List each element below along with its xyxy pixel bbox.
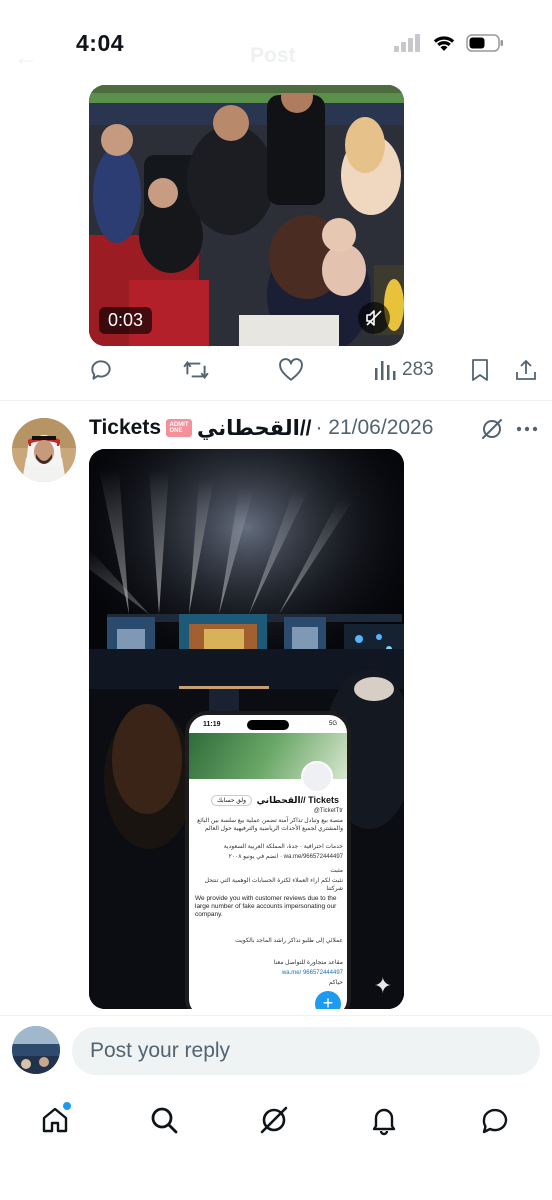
phone-profile-handle: @TicketTtr [313,808,343,814]
post-image[interactable]: 11:19 5G ولق حسابك القحطاني// Tickets @T… [89,449,404,1009]
repost-button[interactable] [182,352,210,388]
cellular-signal-icon [394,34,420,52]
nav-search[interactable] [146,1102,182,1138]
reply-user-avatar[interactable] [12,1026,60,1074]
phone-signal: 5G [328,721,337,727]
phone-reply-text: عملائي إلى طلبو تذاكر راشد الماجد بالكوي… [235,938,343,944]
header-title: Post [250,44,296,67]
bell-icon [372,1108,396,1136]
phone-bio: منصة بيع وتبادل تذاكر آمنة تضمن عملية بي… [197,818,343,832]
share-button[interactable] [514,352,538,388]
nav-notifications[interactable] [366,1102,402,1138]
nav-messages[interactable] [477,1102,513,1138]
views-bar-icon [375,361,396,380]
like-button[interactable] [278,352,304,388]
post-header: Tickets ADMIT ONE القحطاني// · 21/06/2026 [89,413,433,443]
phone-closing: حياكم [328,980,343,986]
ticket-badge-icon: ADMIT ONE [166,419,192,437]
sparkle-icon: ✦ [373,973,392,998]
bottom-navigation [0,1090,552,1150]
phone-meta-location: خدمات احترافية · جدة، المملكة العربية ال… [223,844,343,850]
repost-icon [183,360,209,380]
post-divider [0,400,552,401]
profile-avatar [301,761,333,793]
nav-home[interactable] [37,1102,73,1138]
reply-button[interactable] [88,352,114,388]
phone-pinned-text-en: We provide you with customer reviews due… [195,895,337,918]
back-arrow-icon[interactable]: ← [14,44,38,72]
video-duration: 0:03 [99,307,153,334]
battery-icon [466,34,503,52]
status-time: 4:04 [76,30,125,56]
search-icon [151,1107,178,1134]
speaker-muted-icon [366,310,382,326]
phone-reply-text2: مقاعد متجاورة للتواصل معنا [273,960,343,966]
phone-time: 11:19 [203,721,221,728]
author-handle[interactable]: القحطاني// [197,416,311,441]
wifi-icon [433,36,455,51]
reply-icon [91,360,111,380]
phone-screenshot: 11:19 5G ولق حسابك القحطاني// Tickets @T… [185,711,351,1009]
status-bar: ← Post 4:04 [0,0,552,86]
phone-link: wa.me/ 966572444497 [281,970,343,976]
avatar-image [12,418,76,482]
grok-icon [260,1106,288,1134]
phone-compose-fab: + [315,991,341,1009]
reply-input[interactable]: Post your reply [72,1027,540,1075]
bookmark-icon [472,359,488,381]
share-icon [516,360,536,380]
user-avatar-image [12,1026,60,1074]
nav-grok[interactable] [256,1102,292,1138]
messages-icon [482,1108,508,1134]
mute-button[interactable] [358,302,390,334]
status-indicators [394,34,504,52]
phone-follow-button: ولق حسابك [211,795,253,806]
reply-divider [0,1015,552,1016]
post-action-bar: 283 [88,352,548,388]
post-date: · 21/06/2026 [315,416,434,439]
author-avatar[interactable] [12,418,76,482]
phone-profile-name: القحطاني// Tickets [256,795,339,805]
more-dots-icon[interactable] [516,426,538,432]
home-notification-dot [63,1102,71,1110]
phone-pinned-text-ar: نثبت لكم اراء العملاء لكثرة الحسابات الو… [204,878,343,892]
phone-meta-joined: انضم في يونيو ٢٠٠٨ · wa.me/966572444497 [228,854,343,860]
views-count: 283 [402,359,434,380]
phone-pinned-label: مثبت [330,868,343,874]
grok-icon[interactable] [480,417,504,441]
dynamic-island [247,720,289,730]
bookmark-button[interactable] [469,352,491,388]
views-button[interactable]: 283 [374,352,434,388]
author-name[interactable]: Tickets [89,416,161,440]
video-media[interactable]: 0:03 [89,85,404,346]
heart-icon [279,358,303,381]
